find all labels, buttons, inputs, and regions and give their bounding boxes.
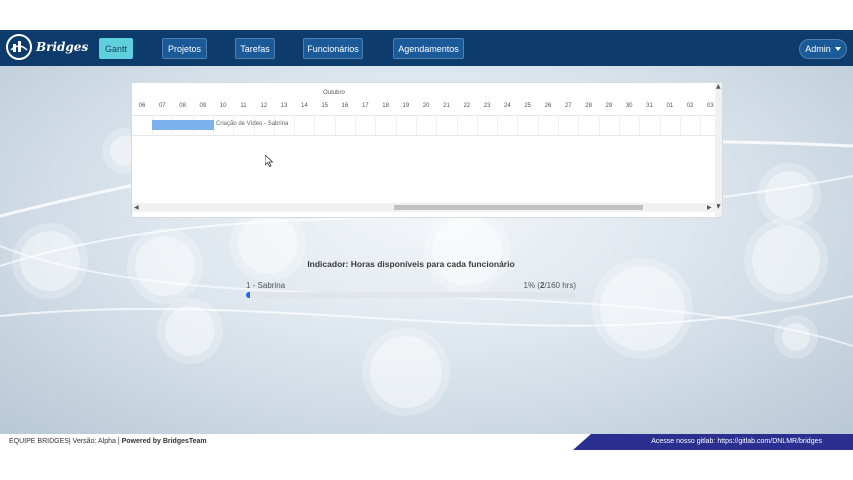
indicator-percent: 1% ( xyxy=(523,281,540,290)
mouse-cursor-icon xyxy=(265,155,273,167)
footer: EQUIPE BRIDGES| Versão: Alpha | Powered … xyxy=(0,434,853,450)
gantt-grid-line xyxy=(395,115,397,135)
gantt-grid-line xyxy=(558,115,559,135)
gantt-day-label: 24 xyxy=(504,103,511,109)
footer-team: EQUIPE BRIDGES xyxy=(9,438,69,445)
gantt-grid-line xyxy=(334,115,336,135)
gantt-day-label: 13 xyxy=(280,103,288,109)
tv-bubble xyxy=(165,306,215,356)
gantt-grid-line xyxy=(415,115,417,135)
gantt-grid-line xyxy=(537,115,539,135)
gantt-day-header: 06 07 08 09 10 11 12 13 14 15 16 17 18 19 20 21 22 23 24 25… xyxy=(132,103,714,115)
footer-powered-by: Powered by BridgesTeam xyxy=(121,438,207,445)
nav-funcionarios-button[interactable]: Funcionários xyxy=(303,38,363,59)
indicator-hours-text: 1% (2/160 hrs) xyxy=(490,281,576,290)
gantt-day-label: 27 xyxy=(564,103,572,109)
gantt-day-label: 23 xyxy=(483,103,491,109)
gantt-day-label: 06 xyxy=(138,103,146,109)
gantt-task-label: Criação de Vídeo - Sabrina xyxy=(216,121,289,127)
gantt-grid-line xyxy=(639,115,641,135)
gantt-day-label: 25 xyxy=(524,103,532,109)
gantt-grid-line xyxy=(456,115,458,135)
indicator-employee-name: 1 - Sabrina xyxy=(246,281,286,290)
gantt-grid-line xyxy=(314,115,316,135)
gantt-day-label: 01 xyxy=(666,103,674,109)
gantt-day-label: 11 xyxy=(240,103,247,109)
gantt-day-label: 14 xyxy=(301,103,308,109)
gantt-grid-line xyxy=(476,115,478,135)
gantt-grid-line xyxy=(700,115,702,135)
gantt-day-label: 15 xyxy=(321,103,329,109)
gantt-day-label: 17 xyxy=(361,103,369,109)
indicator-progress-bar xyxy=(246,292,576,298)
nav-tarefas-button[interactable]: Tarefas xyxy=(235,38,275,59)
scroll-right-icon[interactable]: ▶ xyxy=(707,204,712,211)
gantt-day-label: 30 xyxy=(625,103,633,109)
gantt-day-label: 02 xyxy=(686,103,694,109)
gantt-day-label: 20 xyxy=(422,103,430,109)
gantt-chart: Outubro 06 07 08 09 10 11 12 13 14 15 16 17 18 19 20 21… xyxy=(131,82,723,218)
gantt-grid-line xyxy=(659,115,661,135)
gantt-day-label: 18 xyxy=(382,103,389,109)
nav-projetos-button[interactable]: Projetos xyxy=(162,38,207,59)
gantt-day-label: 29 xyxy=(605,103,613,109)
gantt-day-label: 21 xyxy=(443,103,450,109)
chart-pie-bubble xyxy=(432,216,502,286)
gantt-day-label: 09 xyxy=(199,103,207,109)
gantt-grid-line xyxy=(375,115,377,135)
indicator-progress-fill xyxy=(246,292,251,298)
gantt-grid-line xyxy=(578,115,580,135)
gantt-day-label: 16 xyxy=(341,103,349,109)
bar-chart-bubble xyxy=(752,226,820,294)
indicator-title: Indicador: Horas disponíveis para cada f… xyxy=(307,259,515,269)
admin-label: Admin xyxy=(805,44,831,54)
nav-gantt-button[interactable]: Gantt xyxy=(99,38,133,59)
gantt-grid-line xyxy=(618,115,620,135)
vertical-scrollbar[interactable]: ▲ ▼ xyxy=(715,83,722,217)
gantt-month-header: Outubro xyxy=(323,90,345,96)
gantt-divider xyxy=(132,135,717,136)
gantt-task-bar[interactable] xyxy=(152,120,214,130)
gantt-day-label: 08 xyxy=(179,103,186,109)
gantt-day-label: 26 xyxy=(544,103,552,109)
nav-agendamentos-button[interactable]: Agendamentos xyxy=(393,38,464,59)
gantt-grid-line xyxy=(497,115,499,135)
scroll-left-icon[interactable]: ◀ xyxy=(134,204,139,211)
gantt-day-label: 19 xyxy=(402,103,410,109)
gantt-day-label: 28 xyxy=(585,103,592,109)
users-bubble xyxy=(370,336,442,408)
chat-bubble xyxy=(600,266,685,351)
footer-credits: EQUIPE BRIDGES| Versão: Alpha | Powered … xyxy=(9,438,207,445)
bridges-logo-icon xyxy=(6,34,32,60)
horizontal-scroll-thumb[interactable] xyxy=(394,205,643,210)
navbar: Bridges Gantt Projetos Tarefas Funcionár… xyxy=(0,30,853,66)
brand-logo[interactable]: Bridges xyxy=(6,34,88,60)
gantt-grid-line xyxy=(598,115,600,135)
gantt-day-label: 22 xyxy=(463,103,471,109)
gantt-grid-line xyxy=(679,115,681,135)
gantt-grid-line xyxy=(355,115,356,135)
gantt-grid-line xyxy=(436,115,438,135)
small-bubble xyxy=(782,323,810,351)
cloud-bubble xyxy=(765,171,813,219)
gantt-day-label: 07 xyxy=(158,103,166,109)
folder-bubble xyxy=(20,231,80,291)
footer-gitlab-banner: Acesse nosso gitlab: https://gitlab.com/… xyxy=(573,434,853,450)
gantt-grid-line xyxy=(517,115,519,135)
gantt-divider xyxy=(132,115,717,116)
document-bubble xyxy=(135,236,195,296)
horizontal-scrollbar[interactable]: ◀ ▶ xyxy=(132,203,717,212)
scroll-up-icon[interactable]: ▲ xyxy=(716,83,721,90)
footer-version: | Versão: Alpha | xyxy=(68,438,120,445)
gantt-grid-line xyxy=(294,115,296,135)
gantt-day-label: 31 xyxy=(646,103,653,109)
chevron-down-icon xyxy=(834,47,841,51)
brand-name: Bridges xyxy=(36,40,89,54)
gantt-day-label: 12 xyxy=(260,103,268,109)
footer-gitlab-link[interactable]: Acesse nosso gitlab: https://gitlab.com/… xyxy=(651,438,822,445)
indicator-hours-total: /160 hrs) xyxy=(544,281,576,290)
gantt-day-label: 10 xyxy=(219,103,227,109)
admin-dropdown[interactable]: Admin xyxy=(799,39,847,59)
